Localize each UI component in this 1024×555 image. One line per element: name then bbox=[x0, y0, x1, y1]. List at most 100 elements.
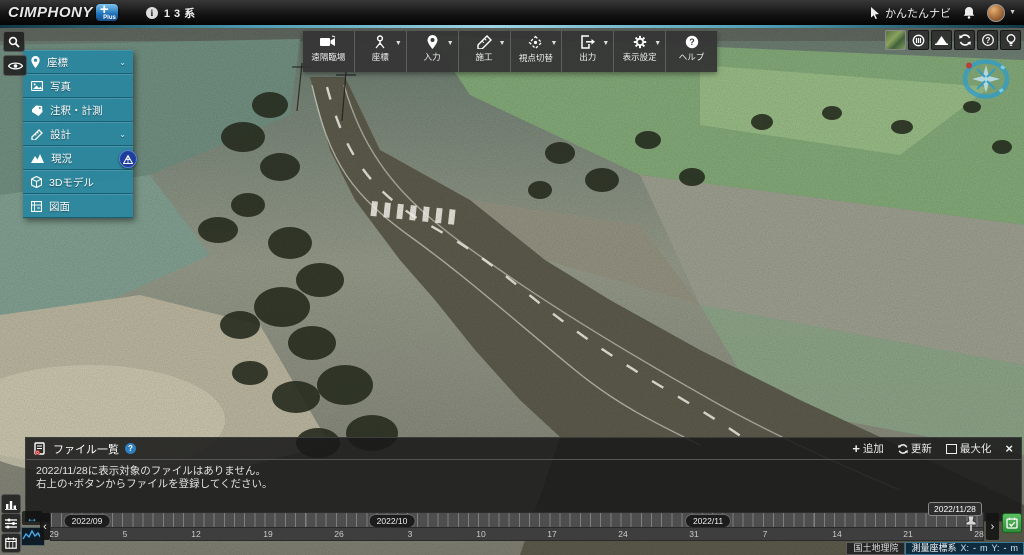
bar-chart-icon bbox=[5, 499, 17, 510]
hint-button[interactable] bbox=[1000, 30, 1021, 50]
y-unit: m bbox=[1011, 543, 1019, 554]
help-corner-button[interactable]: ? bbox=[977, 30, 998, 50]
timeline-day-tick: 21 bbox=[903, 529, 912, 539]
logo-plus-badge: + Plus bbox=[96, 4, 118, 21]
timeline-day-tick: 26 bbox=[334, 529, 343, 539]
toolbar-viewpoint[interactable]: ▼ 視点切替 bbox=[511, 31, 563, 72]
refresh-icon bbox=[959, 34, 971, 46]
sliders-icon bbox=[5, 518, 17, 529]
timeline-scroll-right-button[interactable]: › bbox=[986, 513, 999, 540]
add-file-button[interactable]: + 追加 bbox=[852, 441, 884, 456]
selected-date-tooltip: 2022/11/28 bbox=[928, 502, 982, 516]
quick-nav-button[interactable]: かんたんナビ bbox=[870, 5, 951, 21]
layer-item-design[interactable]: 設計 ⌄ bbox=[23, 122, 133, 146]
maximize-panel-button[interactable]: 最大化 bbox=[946, 441, 992, 456]
file-panel-empty-message: 2022/11/28に表示対象のファイルはありません。 右上の+ボタンからファイ… bbox=[26, 460, 1021, 496]
toolbar-output[interactable]: ▼ 出力 bbox=[562, 31, 614, 72]
layer-item-photos[interactable]: 写真 bbox=[23, 74, 133, 98]
timeline-day-tick: 7 bbox=[763, 529, 768, 539]
y-label: Y: bbox=[991, 543, 999, 554]
x-value: - bbox=[973, 543, 976, 554]
user-menu[interactable]: ▼ bbox=[987, 4, 1016, 22]
search-button[interactable] bbox=[3, 31, 25, 52]
layer-item-coordinates[interactable]: 座標 ⌄ bbox=[23, 50, 133, 74]
close-panel-button[interactable]: × bbox=[1005, 441, 1013, 456]
header-accent-strip bbox=[0, 25, 1024, 28]
svg-text:?: ? bbox=[689, 37, 695, 47]
refresh-icon bbox=[898, 444, 908, 454]
timeline-month-track[interactable]: 2022/09 2022/10 2022/11 bbox=[50, 512, 984, 527]
layer-item-drawings[interactable]: 図面 bbox=[23, 194, 133, 218]
coord-system-label: 測量座標系 bbox=[911, 543, 956, 554]
preview-waveform-icon bbox=[22, 528, 42, 543]
compass-widget[interactable] bbox=[958, 56, 1014, 102]
refresh-button[interactable] bbox=[954, 30, 975, 50]
orbit-button[interactable] bbox=[908, 30, 929, 50]
refresh-files-button[interactable]: 更新 bbox=[898, 441, 932, 456]
chevron-down-icon: ▼ bbox=[550, 40, 557, 47]
app-window: CIMPHONY + Plus i 13系 かんたんナビ ▼ bbox=[0, 0, 1024, 555]
lightbulb-icon bbox=[1006, 34, 1016, 47]
layer-item-annotation-measure[interactable]: 注釈・計測 bbox=[23, 98, 133, 122]
file-list-icon: 0 bbox=[34, 442, 47, 455]
chart-tool-button[interactable] bbox=[1, 494, 21, 514]
toolbar-remote-attendance[interactable]: 遠隔臨場 bbox=[303, 31, 355, 72]
toolbar-coordinates[interactable]: ▼ 座標 bbox=[355, 31, 407, 72]
file-list-panel: 0 ファイル一覧 ? + 追加 更新 bbox=[25, 437, 1022, 522]
terrain-button[interactable] bbox=[931, 30, 952, 50]
toolbar-display-settings[interactable]: ▼ 表示設定 bbox=[614, 31, 666, 72]
empty-message-line2: 右上の+ボタンからファイルを登録してください。 bbox=[36, 478, 1011, 491]
view-tool-icons: ? bbox=[885, 30, 1021, 50]
toolbar-input[interactable]: ▼ 入力 bbox=[407, 31, 459, 72]
calendar-tool-button[interactable] bbox=[1, 533, 21, 553]
calendar-check-icon bbox=[1006, 517, 1018, 529]
ruler-pen-icon bbox=[31, 129, 43, 140]
coordinate-readout[interactable]: 測量座標系 X: - m Y: - m bbox=[905, 542, 1024, 555]
minimap-thumbnail[interactable] bbox=[885, 30, 906, 50]
ruler-icon bbox=[477, 35, 492, 49]
timeline-date-pin[interactable] bbox=[964, 515, 978, 532]
layer-item-current-terrain[interactable]: 現況 bbox=[23, 146, 133, 170]
filter-tool-button[interactable] bbox=[1, 513, 21, 533]
basemap-toggle[interactable]: 国土地理院 bbox=[846, 542, 905, 555]
status-bar: 国土地理院 測量座標系 X: - m Y: - m bbox=[846, 542, 1024, 555]
plus-icon: + bbox=[852, 444, 860, 454]
timeline-day-track[interactable]: 29 5 12 19 26 3 10 17 24 31 7 14 21 28 bbox=[50, 527, 984, 541]
panel-help-icon[interactable]: ? bbox=[125, 443, 136, 454]
timeline-day-tick: 5 bbox=[123, 529, 128, 539]
viewpoint-crosshair-icon bbox=[528, 35, 543, 50]
x-unit: m bbox=[980, 543, 988, 554]
help-icon: ? bbox=[982, 34, 994, 46]
viewer-toolbar: 遠隔臨場 ▼ 座標 ▼ 入力 ▼ bbox=[303, 31, 717, 72]
timeline-day-tick: 10 bbox=[476, 529, 485, 539]
layer-item-3d-model[interactable]: 3Dモデル bbox=[23, 170, 133, 194]
pin-icon bbox=[31, 56, 40, 68]
pin-icon bbox=[427, 35, 438, 49]
chevron-down-icon: ▼ bbox=[395, 40, 402, 47]
timeline-day-tick: 24 bbox=[618, 529, 627, 539]
survey-marker-icon bbox=[373, 35, 387, 49]
orbit-icon bbox=[912, 34, 925, 47]
timeline-scroll-left-button[interactable]: ‹ bbox=[40, 513, 50, 540]
timeline-expand-button[interactable]: ↔ bbox=[22, 511, 42, 525]
help-icon: ? bbox=[685, 35, 699, 49]
calendar-icon bbox=[5, 537, 17, 549]
tin-layer-badge[interactable] bbox=[119, 150, 137, 168]
file-panel-header: 0 ファイル一覧 ? + 追加 更新 bbox=[26, 438, 1021, 460]
timeline-calendar-button[interactable] bbox=[1002, 513, 1022, 533]
logo-text: CIMPHONY bbox=[8, 4, 93, 21]
toolbar-help[interactable]: ? ヘルプ bbox=[666, 31, 717, 72]
cube-icon bbox=[31, 176, 42, 188]
bell-icon[interactable] bbox=[963, 6, 975, 19]
search-icon bbox=[8, 36, 20, 48]
avatar bbox=[987, 4, 1005, 22]
chevron-down-icon: ⌄ bbox=[119, 130, 126, 139]
mountain-icon bbox=[31, 153, 44, 163]
y-value: - bbox=[1004, 543, 1007, 554]
timeline-month-label: 2022/11 bbox=[685, 514, 731, 528]
chevron-down-icon: ▼ bbox=[602, 40, 609, 47]
drawing-icon bbox=[31, 201, 42, 212]
toolbar-construction[interactable]: ▼ 施工 bbox=[459, 31, 511, 72]
video-camera-icon bbox=[319, 35, 337, 49]
visibility-button[interactable] bbox=[3, 55, 27, 76]
